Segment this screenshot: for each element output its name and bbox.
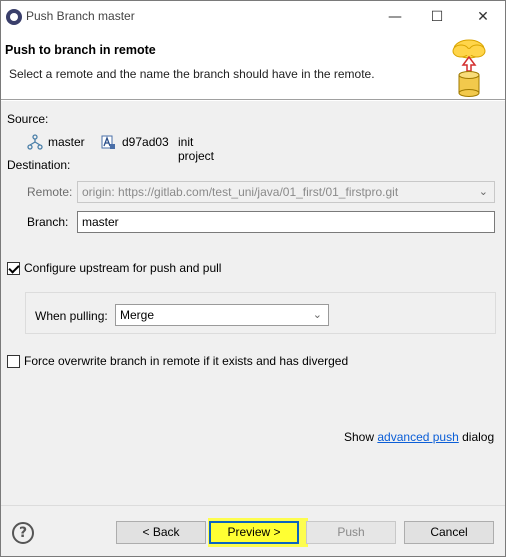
title-bar: Push Branch master — ☐ ✕ [1,1,505,33]
source-commit-id: d97ad03 [122,135,169,149]
back-button[interactable]: < Back [116,521,206,544]
remote-select[interactable]: origin: https://gitlab.com/test_uni/java… [77,181,495,203]
upstream-options-group: When pulling: Merge ⌄ [25,292,496,334]
preview-button[interactable]: Preview > [209,521,299,544]
git-branch-icon [27,134,43,150]
show-prefix: Show [344,430,375,444]
configure-upstream-checkbox[interactable] [7,262,20,275]
cancel-button[interactable]: Cancel [404,521,494,544]
remote-value: origin: https://gitlab.com/test_uni/java… [82,185,399,199]
branch-value: master [82,215,119,229]
configure-upstream-label[interactable]: Configure upstream for push and pull [24,261,221,275]
chevron-down-icon: ⌄ [478,185,488,198]
chevron-down-icon: ⌄ [312,308,322,321]
force-overwrite-label[interactable]: Force overwrite branch in remote if it e… [24,354,348,368]
window-title: Push Branch master [26,9,135,23]
banner-description: Select a remote and the name the branch … [9,67,375,81]
help-icon[interactable]: ? [12,522,34,544]
source-label: Source: [7,112,49,126]
button-bar: ? < Back Preview > Push Cancel [1,505,505,556]
when-pulling-value: Merge [120,308,155,322]
branch-input[interactable]: master [77,211,495,233]
when-pulling-label: When pulling: [35,309,108,323]
cloud-push-database-icon [452,39,486,97]
minimize-icon[interactable]: — [385,7,405,27]
wizard-banner: Push to branch in remote Select a remote… [1,33,505,100]
commit-icon [101,135,115,149]
source-commit-message: init project [178,135,215,163]
force-overwrite-checkbox[interactable] [7,355,20,368]
source-branch-name: master [48,135,85,149]
eclipse-icon [6,9,22,25]
close-icon[interactable]: ✕ [473,7,493,27]
branch-label: Branch: [27,215,69,229]
when-pulling-select[interactable]: Merge ⌄ [115,304,329,326]
show-advanced-push: Show advanced push dialog [344,430,494,444]
destination-label: Destination: [7,158,71,172]
push-branch-dialog: Push Branch master — ☐ ✕ Push to branch … [0,0,506,557]
show-suffix: dialog [462,430,495,444]
advanced-push-link[interactable]: advanced push [377,430,458,444]
wizard-content: Source: master d97ad03 init project Dest… [1,101,505,505]
maximize-icon[interactable]: ☐ [427,7,447,27]
banner-title: Push to branch in remote [5,43,156,57]
push-button[interactable]: Push [306,521,396,544]
remote-label: Remote: [27,185,73,199]
